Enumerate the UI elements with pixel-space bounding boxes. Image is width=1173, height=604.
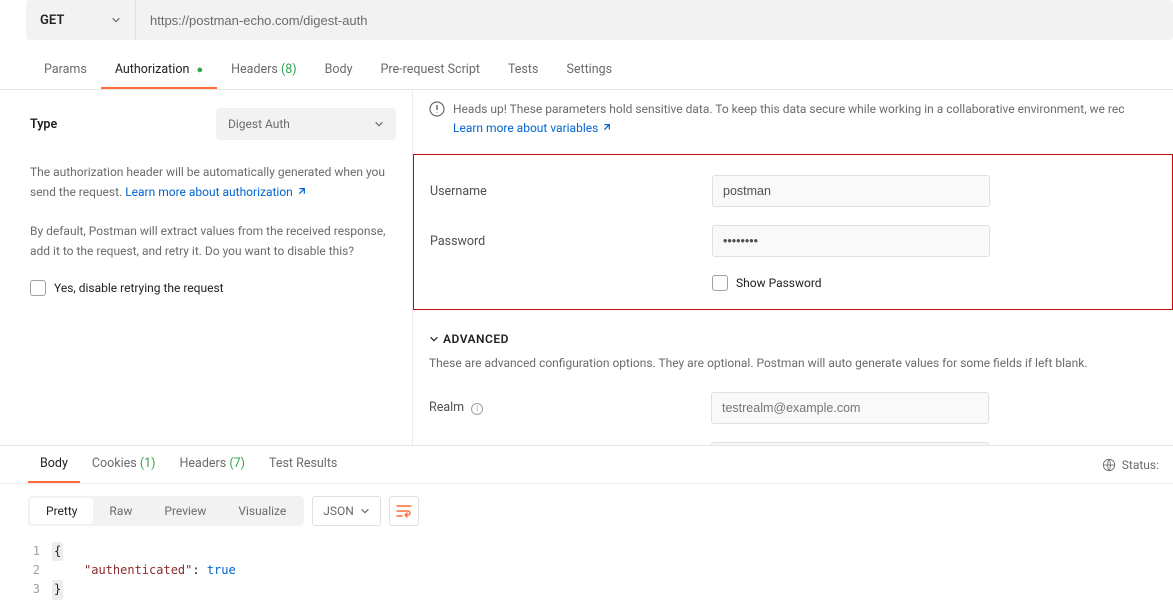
tab-active-dot-icon: ●: [196, 63, 203, 76]
tab-pre-request[interactable]: Pre-request Script: [367, 54, 494, 89]
nonce-row: Nonce i: [413, 442, 1173, 445]
json-brace: }: [52, 580, 63, 599]
line-number: 1: [28, 542, 52, 561]
http-method-select[interactable]: GET: [26, 0, 136, 40]
show-password-row: Show Password: [414, 275, 1172, 291]
info-icon[interactable]: i: [471, 403, 483, 415]
line-wrap-button[interactable]: [389, 496, 419, 526]
view-visualize[interactable]: Visualize: [222, 498, 302, 524]
advanced-toggle[interactable]: ADVANCED: [429, 332, 1157, 346]
learn-variables-label: Learn more about variables: [453, 121, 598, 135]
auth-right-pane: Heads up! These parameters hold sensitiv…: [413, 90, 1173, 445]
auth-type-select[interactable]: Digest Auth: [216, 108, 396, 140]
credential-fields-box: Username Password Show Password: [413, 154, 1173, 310]
line-number: 2: [28, 561, 52, 580]
view-mode-tabs: Pretty Raw Preview Visualize: [28, 496, 304, 526]
response-tabs-row: Body Cookies (1) Headers (7) Test Result…: [0, 446, 1173, 484]
learn-more-auth-link[interactable]: Learn more about authorization: [125, 185, 306, 199]
auth-type-label: Type: [30, 117, 57, 132]
resp-tab-cookies-count: (1): [140, 456, 156, 471]
line-number: 3: [28, 580, 52, 599]
resp-tab-headers[interactable]: Headers (7): [168, 446, 257, 483]
disable-retry-label: Yes, disable retrying the request: [54, 281, 224, 295]
resp-tab-cookies[interactable]: Cookies (1): [80, 446, 168, 483]
learn-more-auth-label: Learn more about authorization: [125, 185, 293, 199]
tab-tests[interactable]: Tests: [494, 54, 552, 89]
realm-label: Realm i: [429, 400, 711, 415]
realm-label-text: Realm: [429, 400, 464, 415]
response-tabs: Body Cookies (1) Headers (7) Test Result…: [0, 446, 349, 483]
request-url-input[interactable]: [136, 0, 1173, 40]
advanced-title: ADVANCED: [443, 332, 509, 346]
username-label: Username: [430, 184, 712, 199]
show-password-checkbox[interactable]: [712, 275, 728, 291]
view-preview[interactable]: Preview: [148, 498, 222, 524]
password-input[interactable]: [712, 225, 990, 257]
warning-icon: [429, 101, 445, 117]
response-body-code[interactable]: 1{ 2"authenticated": true 3}: [0, 538, 1173, 600]
view-pretty[interactable]: Pretty: [30, 498, 93, 524]
realm-input[interactable]: [711, 392, 989, 424]
view-raw[interactable]: Raw: [93, 498, 148, 524]
realm-row: Realm i: [413, 392, 1173, 424]
auth-type-value: Digest Auth: [228, 117, 290, 131]
username-row: Username: [414, 175, 1172, 207]
chevron-down-icon: [360, 506, 370, 516]
external-link-icon: [296, 187, 306, 197]
nonce-input[interactable]: [711, 442, 989, 445]
warning-text-wrap: Heads up! These parameters hold sensitiv…: [453, 100, 1125, 138]
tab-headers[interactable]: Headers (8): [217, 54, 310, 89]
json-key: "authenticated": [84, 563, 192, 577]
advanced-description: These are advanced configuration options…: [429, 354, 1157, 373]
password-label: Password: [430, 234, 712, 249]
auth-help-2: By default, Postman will extract values …: [30, 221, 396, 262]
status-label: Status:: [1122, 458, 1159, 472]
warning-text: Heads up! These parameters hold sensitiv…: [453, 102, 1125, 116]
wrap-icon: [396, 504, 412, 518]
json-value: true: [207, 563, 236, 577]
body-format-value: JSON: [323, 504, 354, 518]
resp-tab-headers-label: Headers: [180, 456, 227, 471]
body-format-select[interactable]: JSON: [312, 496, 381, 526]
sensitive-warning: Heads up! These parameters hold sensitiv…: [413, 90, 1173, 148]
json-brace: {: [52, 542, 63, 561]
tab-authorization[interactable]: Authorization ●: [101, 54, 217, 89]
resp-tab-body[interactable]: Body: [28, 446, 80, 483]
response-area: Body Cookies (1) Headers (7) Test Result…: [0, 445, 1173, 600]
auth-main-area: Type Digest Auth The authorization heade…: [0, 90, 1173, 445]
request-url-bar: GET: [26, 0, 1173, 40]
tab-headers-count: (8): [281, 62, 297, 77]
resp-tab-test-results[interactable]: Test Results: [257, 446, 349, 483]
globe-icon[interactable]: [1102, 458, 1116, 472]
show-password-label: Show Password: [736, 276, 822, 290]
chevron-down-icon: [374, 119, 384, 129]
chevron-down-icon: [111, 15, 121, 25]
password-row: Password: [414, 225, 1172, 257]
tab-authorization-label: Authorization: [115, 62, 190, 77]
tab-params[interactable]: Params: [30, 54, 101, 89]
auth-type-row: Type Digest Auth: [30, 108, 396, 140]
learn-variables-link[interactable]: Learn more about variables: [453, 121, 611, 135]
http-method-value: GET: [40, 13, 64, 28]
request-tabs: Params Authorization ● Headers (8) Body …: [0, 54, 1173, 90]
json-line: "authenticated": true: [52, 561, 236, 580]
resp-tab-cookies-label: Cookies: [92, 456, 137, 471]
tab-settings[interactable]: Settings: [552, 54, 626, 89]
tab-body[interactable]: Body: [311, 54, 367, 89]
disable-retry-checkbox[interactable]: [30, 280, 46, 296]
response-status-area: Status:: [1102, 458, 1173, 472]
auth-help-1: The authorization header will be automat…: [30, 162, 396, 203]
auth-left-pane: Type Digest Auth The authorization heade…: [0, 90, 413, 445]
disable-retry-row: Yes, disable retrying the request: [30, 280, 396, 296]
json-sep: :: [192, 563, 206, 577]
external-link-icon: [601, 123, 611, 133]
resp-tab-headers-count: (7): [229, 456, 245, 471]
tab-headers-label: Headers: [231, 62, 278, 77]
username-input[interactable]: [712, 175, 990, 207]
chevron-down-icon: [429, 334, 439, 344]
body-view-controls: Pretty Raw Preview Visualize JSON: [0, 484, 1173, 538]
